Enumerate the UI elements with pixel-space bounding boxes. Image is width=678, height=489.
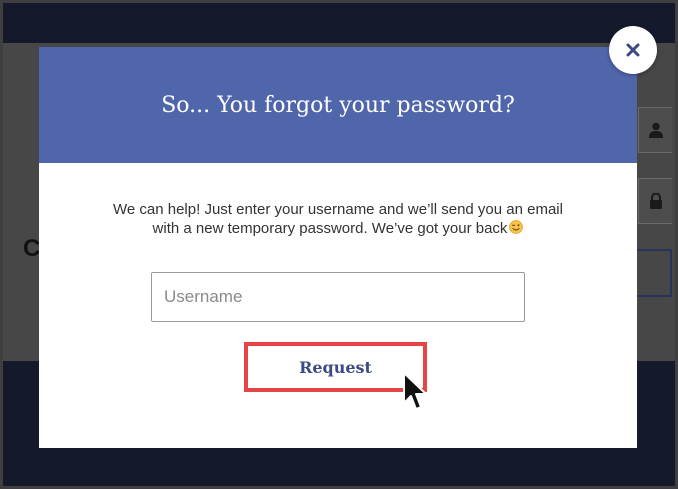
background-top-bar	[3, 3, 675, 43]
lock-icon	[649, 193, 662, 209]
background-user-icon-box	[638, 107, 672, 153]
request-button[interactable]: Request	[244, 342, 427, 392]
mouse-pointer-icon	[403, 372, 427, 410]
user-icon	[648, 122, 663, 138]
winking-face-icon	[509, 220, 524, 234]
close-icon	[626, 43, 640, 57]
modal-title: So... You forgot your password?	[161, 92, 515, 118]
close-button[interactable]	[609, 26, 657, 74]
background-button-edge	[632, 249, 672, 297]
username-input[interactable]	[151, 272, 525, 322]
background-heading: C	[23, 235, 41, 262]
forgot-password-modal: So... You forgot your password? We can h…	[39, 47, 637, 448]
modal-description: We can help! Just enter your username an…	[99, 200, 577, 238]
modal-description-text: We can help! Just enter your username an…	[113, 201, 563, 237]
modal-header: So... You forgot your password?	[39, 47, 637, 163]
background-lock-icon-box	[638, 178, 672, 224]
